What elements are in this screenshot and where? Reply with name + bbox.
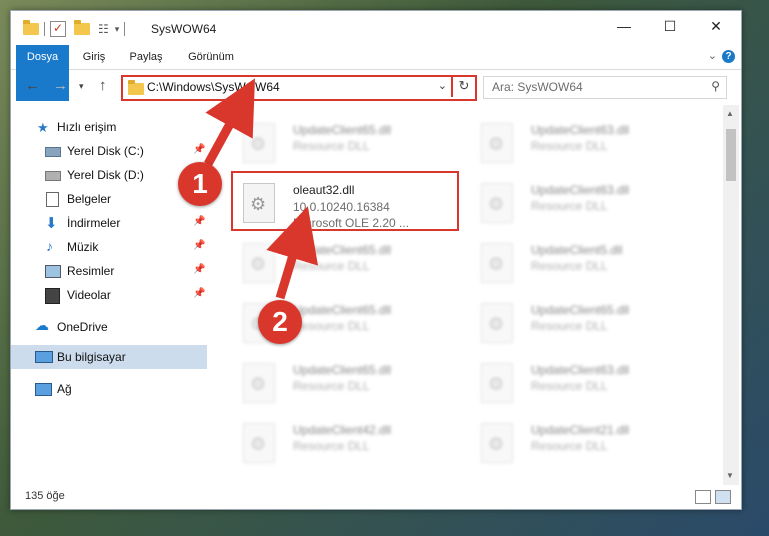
folder-icon bbox=[23, 20, 39, 35]
navigation-pane: ★ Hızlı erişim Yerel Disk (C:) 📌 Yerel D… bbox=[11, 105, 207, 485]
music-icon: ♪ bbox=[46, 238, 53, 254]
dll-file-icon bbox=[481, 423, 513, 463]
back-arrow-icon[interactable]: ← bbox=[25, 77, 40, 94]
file-item[interactable]: UpdateClient65.dll Resource DLL bbox=[235, 237, 465, 293]
pin-icon[interactable]: 📌 bbox=[193, 144, 205, 155]
window-title: SysWOW64 bbox=[151, 22, 217, 36]
ribbon: Dosya Giriş Paylaş Görünüm ⌄ ? bbox=[11, 45, 741, 101]
status-bar: 135 öğe bbox=[11, 485, 741, 509]
minimize-button[interactable]: — bbox=[601, 11, 647, 41]
maximize-button[interactable]: ☐ bbox=[647, 11, 693, 41]
sidebar-item-local-disk-c[interactable]: Yerel Disk (C:) 📌 bbox=[11, 139, 207, 163]
scroll-up-icon[interactable]: ▲ bbox=[726, 109, 734, 118]
item-count: 135 öğe bbox=[25, 490, 65, 502]
quick-access-toolbar: ✓ ☷ ▾ bbox=[23, 20, 130, 38]
star-icon: ★ bbox=[37, 120, 49, 135]
search-placeholder: Ara: SysWOW64 bbox=[492, 80, 583, 94]
computer-icon bbox=[35, 351, 53, 363]
dll-file-icon bbox=[481, 303, 513, 343]
customize-dropdown-icon[interactable]: ▾ bbox=[115, 24, 120, 35]
dll-file-icon bbox=[481, 243, 513, 283]
drive-icon bbox=[45, 147, 61, 157]
scroll-down-icon[interactable]: ▼ bbox=[726, 471, 734, 480]
address-dropdown-icon[interactable]: ⌄ bbox=[438, 79, 447, 92]
file-item[interactable]: UpdateClient63.dll Resource DLL bbox=[473, 177, 703, 233]
explorer-window: ✓ ☷ ▾ SysWOW64 — ☐ ✕ Dosya Giriş Paylaş … bbox=[10, 10, 742, 510]
tab-gorunum[interactable]: Görünüm bbox=[179, 45, 243, 69]
large-icons-view-icon[interactable] bbox=[715, 490, 731, 504]
pictures-icon bbox=[45, 265, 61, 278]
forward-arrow-icon[interactable]: → bbox=[53, 77, 68, 94]
file-item[interactable]: UpdateClient65.dll Resource DLL bbox=[235, 117, 465, 173]
details-view-icon[interactable] bbox=[695, 490, 711, 504]
dll-file-icon bbox=[481, 123, 513, 163]
tab-giris[interactable]: Giriş bbox=[73, 45, 115, 69]
sidebar-item-this-pc[interactable]: Bu bilgisayar bbox=[11, 345, 207, 369]
view-icon[interactable]: ☷ bbox=[98, 22, 109, 36]
dll-file-icon bbox=[243, 243, 275, 283]
help-icon[interactable]: ? bbox=[722, 50, 735, 63]
network-icon bbox=[35, 383, 52, 396]
sidebar-item-quick-access[interactable]: ★ Hızlı erişim bbox=[11, 115, 207, 139]
videos-icon bbox=[45, 288, 60, 304]
step-1-badge: 1 bbox=[178, 162, 222, 206]
address-text: C:\Windows\SysWOW64 bbox=[147, 80, 280, 94]
drive-icon bbox=[45, 171, 61, 181]
file-item[interactable]: UpdateClient65.dll Resource DLL bbox=[473, 297, 703, 353]
pin-icon[interactable]: 📌 bbox=[193, 240, 205, 251]
pin-icon[interactable]: 📌 bbox=[193, 288, 205, 299]
search-icon: ⚲ bbox=[711, 79, 720, 93]
new-folder-icon[interactable] bbox=[74, 20, 90, 35]
file-item[interactable]: UpdateClient63.dll Resource DLL bbox=[473, 117, 703, 173]
sidebar-item-downloads[interactable]: ⬇ İndirmeler 📌 bbox=[11, 211, 207, 235]
file-item[interactable]: UpdateClient65.dll Resource DLL bbox=[235, 357, 465, 413]
dll-file-icon bbox=[243, 423, 275, 463]
dll-file-icon bbox=[481, 363, 513, 403]
dll-file-icon bbox=[481, 183, 513, 223]
file-item[interactable]: UpdateClient63.dll Resource DLL bbox=[473, 357, 703, 413]
search-input[interactable]: Ara: SysWOW64 ⚲ bbox=[483, 76, 727, 99]
sidebar-item-videos[interactable]: Videolar 📌 bbox=[11, 283, 207, 307]
close-button[interactable]: ✕ bbox=[693, 11, 739, 41]
step-2-badge: 2 bbox=[258, 300, 302, 344]
sidebar-item-documents[interactable]: Belgeler 📌 bbox=[11, 187, 207, 211]
title-bar: ✓ ☷ ▾ SysWOW64 — ☐ ✕ bbox=[11, 11, 741, 47]
vertical-scrollbar[interactable]: ▲ ▼ bbox=[723, 105, 739, 485]
address-bar[interactable]: C:\Windows\SysWOW64 ⌄ ↻ bbox=[121, 75, 477, 101]
pin-icon[interactable]: 📌 bbox=[193, 264, 205, 275]
sidebar-item-onedrive[interactable]: ☁ OneDrive bbox=[11, 315, 207, 339]
documents-icon bbox=[46, 192, 59, 207]
sidebar-item-network[interactable]: Ağ bbox=[11, 377, 207, 401]
file-item[interactable]: UpdateClient42.dll Resource DLL bbox=[235, 417, 465, 473]
up-arrow-icon[interactable]: ↑ bbox=[99, 77, 107, 94]
cloud-icon: ☁ bbox=[35, 317, 49, 333]
scroll-thumb[interactable] bbox=[726, 129, 736, 181]
navigation-bar: ← → ▾ ↑ C:\Windows\SysWOW64 ⌄ ↻ Ara: Sys… bbox=[11, 73, 741, 101]
properties-icon[interactable]: ✓ bbox=[50, 21, 66, 37]
sidebar-item-pictures[interactable]: Resimler 📌 bbox=[11, 259, 207, 283]
download-icon: ⬇ bbox=[45, 215, 58, 232]
highlight-box bbox=[231, 171, 459, 231]
folder-icon bbox=[128, 80, 144, 95]
pin-icon[interactable]: 📌 bbox=[193, 216, 205, 227]
sidebar-item-music[interactable]: ♪ Müzik 📌 bbox=[11, 235, 207, 259]
dll-file-icon bbox=[243, 363, 275, 403]
refresh-icon[interactable]: ↻ bbox=[451, 75, 475, 97]
file-list: UpdateClient65.dll Resource DLL UpdateCl… bbox=[223, 105, 723, 485]
ribbon-expand-icon[interactable]: ⌄ bbox=[708, 49, 717, 62]
file-item[interactable]: UpdateClient5.dll Resource DLL bbox=[473, 237, 703, 293]
file-item[interactable]: UpdateClient21.dll Resource DLL bbox=[473, 417, 703, 473]
dll-file-icon bbox=[243, 123, 275, 163]
recent-locations-icon[interactable]: ▾ bbox=[79, 81, 84, 92]
tab-paylas[interactable]: Paylaş bbox=[121, 45, 171, 69]
